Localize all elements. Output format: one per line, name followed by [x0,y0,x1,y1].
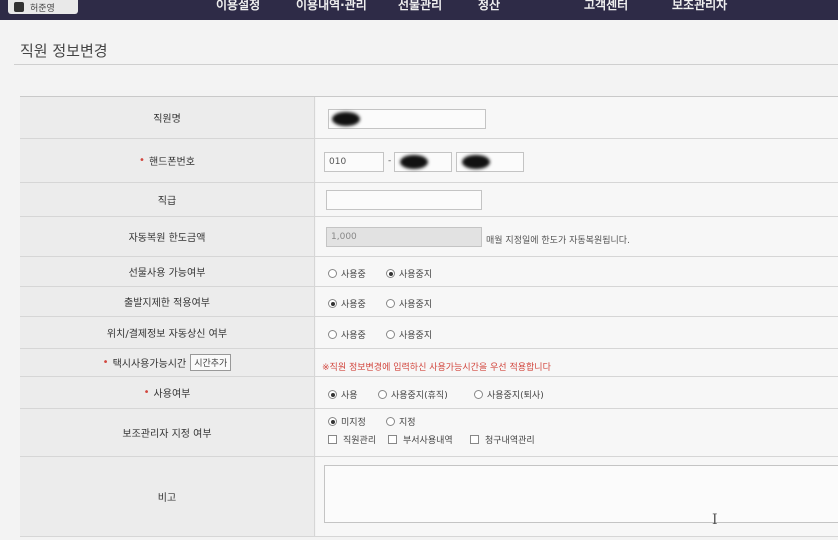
required-mark: • [139,155,145,166]
phone-separator: - [388,156,392,166]
row-employee-name: 직원명 [20,97,838,139]
nav-gift-management[interactable]: 선물관리 [398,0,442,11]
row-sub-admin: 보조관리자 지정 여부 미지정 지정 직원관리 부서사용내역 청구내역관리 [20,409,838,457]
label-location-auto: 위치/결제정보 자동상신 여부 [20,317,315,348]
employee-edit-form: 직원명 • 핸드폰번호 010 - 직급 자동복원 한도금액 1,000 매월 … [20,96,838,537]
sub-admin-radio-none[interactable]: 미지정 [328,415,366,428]
text-cursor-icon: I [712,512,718,528]
nav-usage-history[interactable]: 이용내역·관리 [296,0,367,11]
memo-textarea[interactable] [324,465,838,523]
row-rank: 직급 [20,183,838,217]
label-usage-status: 사용여부 [153,389,191,400]
row-phone: • 핸드폰번호 010 - [20,139,838,183]
user-menu-button[interactable]: 허준영 [8,0,78,14]
label-phone: 핸드폰번호 [148,157,195,168]
usage-radio-resigned[interactable]: 사용중지(퇴사) [474,388,544,401]
location-radio-off[interactable]: 사용중지 [386,328,432,341]
check-employee-management[interactable]: 직원관리 [328,433,376,446]
taxi-time-note: ※직원 정보변경에 입력하신 사용가능시간을 우선 적용합니다 [322,363,551,373]
usage-radio-leave[interactable]: 사용중지(휴직) [378,388,448,401]
phone-prefix-input[interactable]: 010 [324,152,384,172]
title-divider [14,64,838,65]
label-gift-usage: 선물사용 가능여부 [20,257,315,286]
label-taxi-time: 택시사용가능시간 [112,359,187,370]
row-usage-status: • 사용여부 사용 사용중지(휴직) 사용중지(퇴사) [20,377,838,409]
row-gift-usage: 선물사용 가능여부 사용중 사용중지 [20,257,838,287]
rank-input[interactable] [326,190,482,210]
usage-radio-active[interactable]: 사용 [328,388,358,401]
redacted-phone-middle [400,155,428,169]
label-departure-limit: 출발지제한 적용여부 [20,287,315,316]
departure-radio-on[interactable]: 사용중 [328,297,366,310]
required-mark: • [102,357,109,368]
user-icon [14,2,24,12]
departure-radio-off[interactable]: 사용중지 [386,297,432,310]
location-radio-on[interactable]: 사용중 [328,328,366,341]
page-content: 직원 정보변경 직원명 • 핸드폰번호 010 - 직급 자동복원 한도금액 1… [0,20,838,540]
top-navigation-bar: 허준영 이용설정 이용내역·관리 선물관리 정산 고객센터 보조관리자 [0,0,838,20]
nav-usage-settings[interactable]: 이용설정 [216,0,260,11]
check-department-usage[interactable]: 부서사용내역 [388,433,453,446]
nav-customer-center[interactable]: 고객센터 [584,0,628,11]
gift-radio-on[interactable]: 사용중 [328,267,366,280]
user-name: 허준영 [30,3,55,14]
nav-sub-admin[interactable]: 보조관리자 [672,0,727,11]
page-title: 직원 정보변경 [20,42,108,60]
add-time-button[interactable]: 시간추가 [190,354,232,371]
row-location-auto: 위치/결제정보 자동상신 여부 사용중 사용중지 [20,317,838,349]
row-departure-limit: 출발지제한 적용여부 사용중 사용중지 [20,287,838,317]
required-mark: • [143,387,150,398]
sub-admin-radio-assign[interactable]: 지정 [386,415,416,428]
label-limit: 자동복원 한도금액 [20,217,315,256]
redacted-phone-last [462,155,490,169]
gift-radio-off[interactable]: 사용중지 [386,267,432,280]
label-memo: 비고 [20,457,315,536]
check-billing-management[interactable]: 청구내역관리 [470,433,535,446]
limit-input: 1,000 [326,227,482,247]
label-sub-admin: 보조관리자 지정 여부 [20,409,315,456]
label-employee-name: 직원명 [20,97,315,138]
row-limit: 자동복원 한도금액 1,000 매월 지정일에 한도가 자동복원됩니다. [20,217,838,257]
redacted-name [332,112,360,126]
limit-note: 매월 지정일에 한도가 자동복원됩니다. [486,236,630,246]
nav-settlement[interactable]: 정산 [478,0,500,11]
label-rank: 직급 [20,183,315,216]
row-taxi-time: • 택시사용가능시간 시간추가 ※직원 정보변경에 입력하신 사용가능시간을 우… [20,349,838,377]
